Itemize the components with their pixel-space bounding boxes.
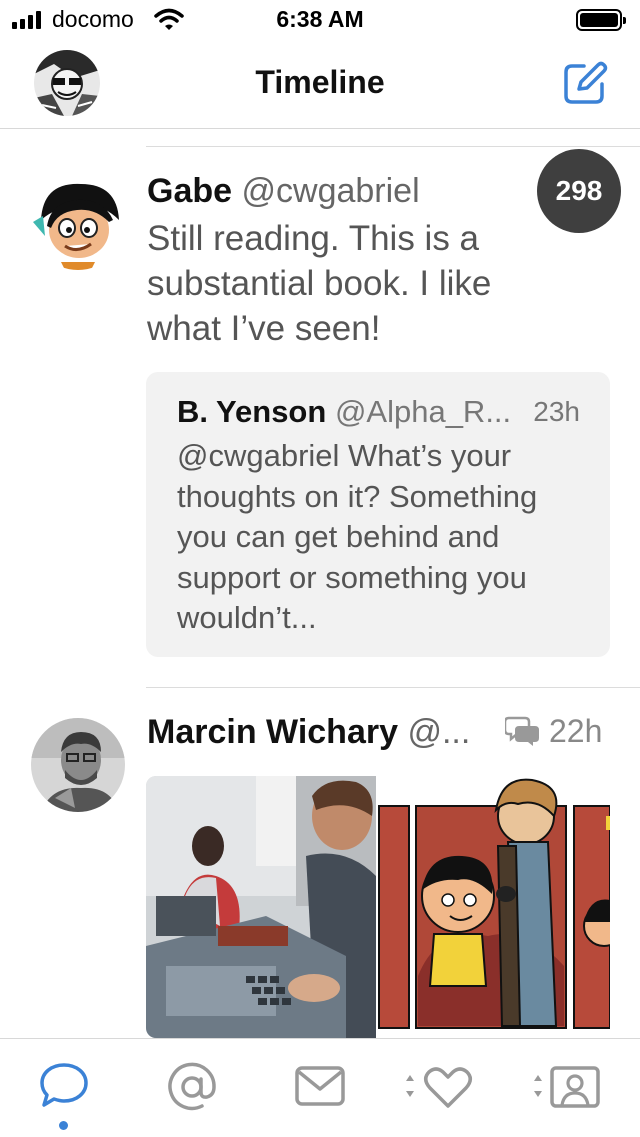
conversation-icon <box>505 716 539 746</box>
author-handle: @cwgabriel <box>241 172 420 210</box>
post-avatar-marcin[interactable] <box>31 718 125 812</box>
post-divider <box>146 687 640 688</box>
post-timestamp: 22h <box>549 713 603 749</box>
profile-card-icon[interactable] <box>532 1065 602 1109</box>
active-tab-indicator <box>59 1121 68 1130</box>
post-comic-image[interactable] <box>378 776 610 1038</box>
post-divider <box>146 146 640 147</box>
post-text: Still reading. This is a substantial boo… <box>147 219 492 348</box>
unread-count-badge[interactable]: 298 <box>537 149 621 233</box>
quoted-post[interactable]: B. Yenson @Alpha_R... 23h @cwgabriel Wha… <box>146 372 610 657</box>
speech-bubble-icon[interactable] <box>38 1061 90 1111</box>
envelope-icon[interactable] <box>294 1065 346 1107</box>
post-author[interactable]: Marcin Wichary @... <box>147 713 470 752</box>
battery-icon <box>576 9 626 31</box>
status-bar: docomo 6:38 AM <box>0 0 640 40</box>
status-time: 6:38 AM <box>276 6 364 32</box>
heart-icon[interactable] <box>404 1065 474 1109</box>
quoted-author: B. Yenson @Alpha_R... <box>177 394 511 430</box>
quoted-text: @cwgabriel What’s your thoughts on it? S… <box>177 438 538 635</box>
at-sign-icon[interactable] <box>166 1061 218 1113</box>
tab-bar <box>0 1038 640 1137</box>
author-handle: @... <box>407 713 471 751</box>
post-avatar-gabe[interactable] <box>31 176 125 270</box>
post-author[interactable]: Gabe @cwgabriel <box>147 172 420 211</box>
author-display-name: Marcin Wichary <box>147 713 398 751</box>
page-title: Timeline <box>255 64 385 100</box>
navigation-bar: Timeline <box>0 40 640 129</box>
author-display-name: Gabe <box>147 172 233 210</box>
quoted-display-name: B. Yenson <box>177 394 327 429</box>
post-photo[interactable] <box>146 776 376 1038</box>
compose-icon[interactable] <box>562 60 608 106</box>
quoted-handle: @Alpha_R... <box>334 394 512 429</box>
quoted-timestamp: 23h <box>533 396 580 427</box>
